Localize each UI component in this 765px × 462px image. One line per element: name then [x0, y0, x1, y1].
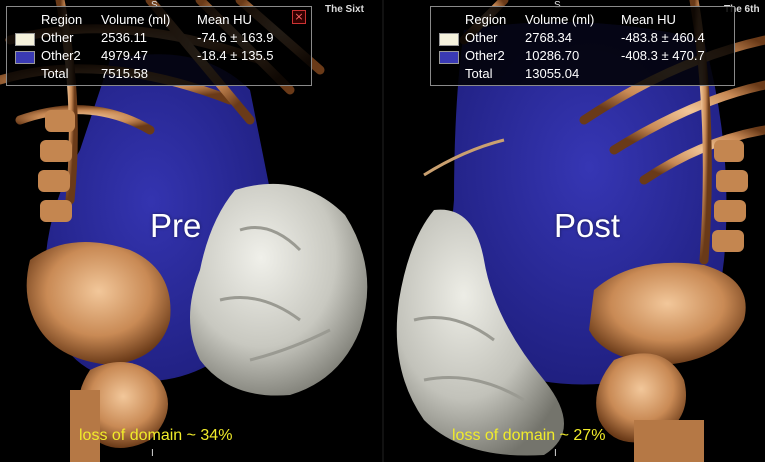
- ct-comparison-figure: S The Sixt I Region Volume (ml) Mean HU …: [0, 0, 765, 462]
- series-label: The Sixt: [325, 4, 364, 15]
- region-name: Other2: [41, 48, 81, 63]
- stats-row-other2: Other2 4979.47 -18.4 ± 135.5: [7, 47, 311, 65]
- pre-panel: S The Sixt I Region Volume (ml) Mean HU …: [0, 0, 382, 462]
- region-name: Other: [465, 30, 498, 45]
- region-volume: 10286.70: [525, 48, 580, 63]
- stats-header-row: Region Volume (ml) Mean HU: [7, 11, 311, 29]
- loss-of-domain-caption: loss of domain ~ 34%: [79, 427, 233, 444]
- region-volume: 4979.47: [101, 48, 148, 63]
- header-mean-hu: Mean HU: [621, 12, 676, 27]
- stats-header-row: Region Volume (ml) Mean HU: [431, 11, 734, 29]
- stats-row-other: Other 2768.34 -483.8 ± 460.4: [431, 29, 734, 47]
- region-volume: 2536.11: [101, 30, 148, 45]
- header-volume: Volume (ml): [525, 12, 595, 27]
- stats-row-other: Other 2536.11 -74.6 ± 163.9: [7, 29, 311, 47]
- iliac-wing: [589, 262, 746, 365]
- region-mean-hu: -483.8 ± 460.4: [621, 30, 705, 45]
- header-volume: Volume (ml): [101, 12, 171, 27]
- loss-of-domain-caption: loss of domain ~ 27%: [452, 427, 606, 444]
- close-icon[interactable]: ×: [292, 10, 306, 24]
- post-panel: S The 6th I Region Volume (ml) Mean HU O…: [384, 0, 765, 462]
- femur: [634, 420, 704, 462]
- region-volume: 2768.34: [525, 30, 572, 45]
- region-name: Other2: [465, 48, 505, 63]
- swatch-other: [439, 33, 459, 46]
- header-mean-hu: Mean HU: [197, 12, 252, 27]
- swatch-other: [15, 33, 35, 46]
- phase-label-post: Post: [554, 207, 621, 244]
- swatch-other2: [439, 51, 459, 64]
- region-mean-hu: -74.6 ± 163.9: [197, 30, 274, 45]
- total-volume: 13055.04: [525, 66, 580, 81]
- swatch-other2: [15, 51, 35, 64]
- volume-stats-table: Region Volume (ml) Mean HU Other 2768.34…: [430, 6, 735, 86]
- header-region: Region: [41, 12, 83, 27]
- region-name: Other: [41, 30, 74, 45]
- total-volume: 7515.58: [101, 66, 148, 81]
- region-mean-hu: -18.4 ± 135.5: [197, 48, 274, 63]
- femur: [70, 390, 100, 462]
- stats-row-total: Total 7515.58: [7, 65, 311, 83]
- total-label: Total: [41, 66, 69, 81]
- total-label: Total: [465, 66, 493, 81]
- volume-stats-table: Region Volume (ml) Mean HU × Other 2536.…: [6, 6, 312, 86]
- stats-row-other2: Other2 10286.70 -408.3 ± 470.7: [431, 47, 734, 65]
- stats-row-total: Total 13055.04: [431, 65, 734, 83]
- phase-label-pre: Pre: [150, 207, 202, 244]
- orientation-bottom-marker: I: [554, 448, 557, 459]
- header-region: Region: [465, 12, 507, 27]
- orientation-bottom-marker: I: [151, 448, 154, 459]
- region-mean-hu: -408.3 ± 470.7: [621, 48, 705, 63]
